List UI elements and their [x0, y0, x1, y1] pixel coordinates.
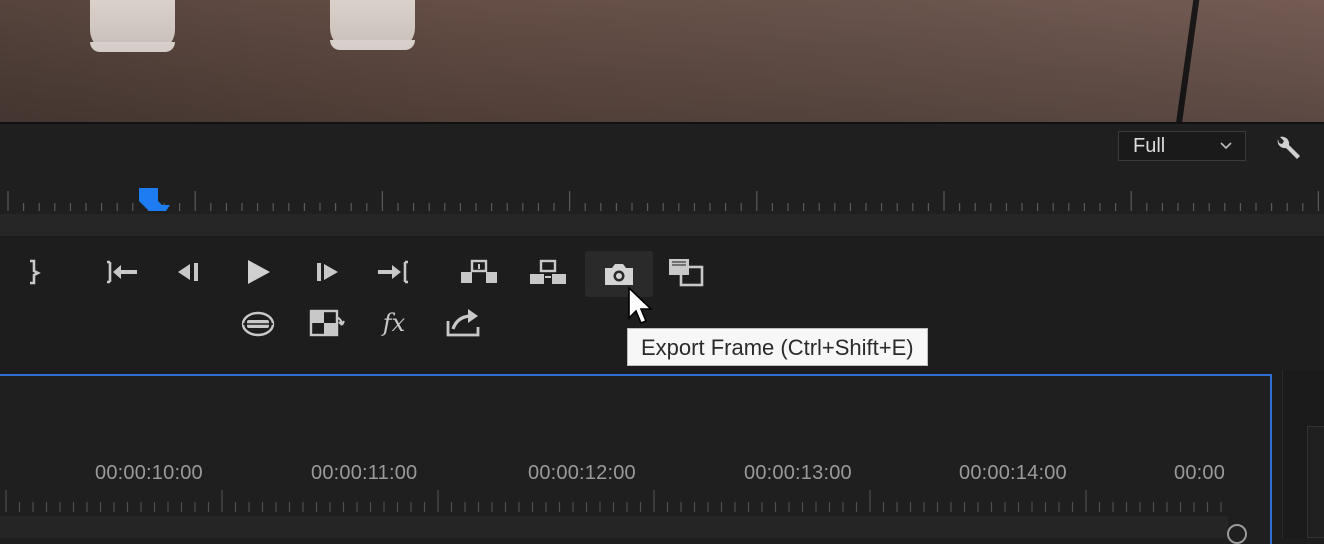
fx-icon: fx — [382, 309, 406, 337]
timecode-label: 00:00:10:00 — [95, 462, 203, 484]
step-forward-button[interactable] — [308, 252, 348, 292]
video-preview — [0, 0, 1324, 122]
timecode-label: 00:00:11:00 — [311, 462, 418, 484]
go-to-in-button[interactable] — [101, 252, 141, 292]
step-back-button[interactable] — [170, 252, 210, 292]
timeline-zoom-handle[interactable] — [1227, 524, 1247, 544]
play-button[interactable] — [238, 252, 278, 292]
export-icon — [443, 303, 483, 343]
monitor-zoom-scrollbar[interactable] — [0, 214, 1324, 236]
program-time-ruler[interactable] — [0, 185, 1324, 215]
vr-headset-icon — [238, 303, 278, 343]
extract-icon — [528, 252, 568, 292]
comparison-view-button[interactable] — [666, 252, 706, 292]
global-fx-mute-button[interactable]: fx — [374, 303, 414, 343]
step-back-icon — [170, 252, 210, 292]
timecode-label: 00:00:14:00 — [959, 462, 1067, 484]
timeline-track-area[interactable] — [0, 516, 1228, 538]
timecode-label: 00:00:13:00 — [744, 462, 852, 484]
vr-video-button[interactable] — [238, 303, 278, 343]
timecode-label: 00:00 — [1174, 462, 1226, 484]
chevron-down-icon — [1219, 132, 1233, 169]
zoom-level-select[interactable]: Full — [1118, 131, 1246, 161]
lift-icon — [459, 252, 499, 292]
playhead-marker[interactable] — [137, 187, 171, 213]
mouse-cursor-icon — [628, 286, 653, 325]
audio-meter-panel — [1282, 370, 1324, 538]
go-to-out-button[interactable] — [374, 252, 414, 292]
audio-meter — [1307, 426, 1324, 538]
proxy-toggle-icon — [306, 303, 346, 343]
camera-icon — [601, 259, 637, 289]
toggle-proxies-button[interactable] — [306, 303, 346, 343]
lift-button[interactable] — [459, 252, 499, 292]
timecode-label: 00:00:12:00 — [528, 462, 636, 484]
timeline-time-ruler[interactable] — [0, 490, 1228, 516]
step-forward-icon — [308, 252, 348, 292]
play-icon — [238, 252, 278, 292]
extract-button[interactable] — [528, 252, 568, 292]
zoom-level-value: Full — [1133, 135, 1166, 157]
export-frame-tooltip: Export Frame (Ctrl+Shift+E) — [627, 328, 928, 366]
go-to-in-icon — [101, 252, 141, 292]
mark-out-icon — [14, 252, 54, 292]
wrench-icon[interactable] — [1270, 133, 1304, 163]
quick-export-button[interactable] — [443, 303, 483, 343]
go-to-out-icon — [374, 252, 414, 292]
mark-out-button[interactable] — [14, 252, 54, 292]
comparison-view-icon — [666, 252, 706, 292]
